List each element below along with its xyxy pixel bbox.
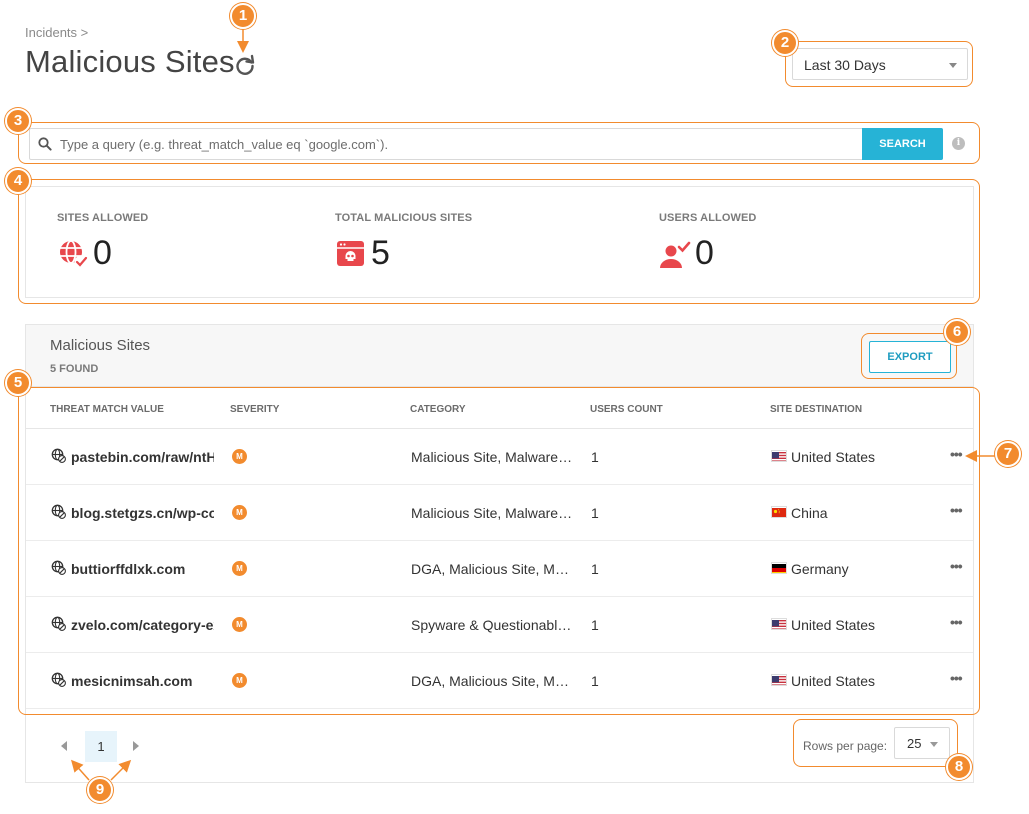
table-row[interactable]: blog.stetgzs.cn/wp-con M Malicious Site, M…	[26, 485, 973, 541]
malicious-sites-panel: Malicious Sites 5 FOUND EXPORT THREAT MA…	[25, 324, 974, 783]
refresh-icon[interactable]	[233, 53, 257, 77]
users-count-cell: 1	[591, 561, 599, 577]
severity-badge: M	[232, 673, 247, 688]
previous-page-icon[interactable]	[61, 741, 67, 751]
search-bar	[29, 128, 943, 160]
callout-badge-7: 7	[995, 441, 1021, 467]
severity-badge: M	[232, 617, 247, 632]
site-destination-cell: United States	[791, 617, 876, 633]
flag-cn-icon	[771, 506, 787, 518]
panel-title: Malicious Sites	[50, 337, 151, 354]
table-body: pastebin.com/raw/ntH M Malicious Site, Mal…	[26, 429, 973, 709]
more-actions-icon[interactable]: •••	[950, 615, 968, 631]
stat-users-allowed: USERS ALLOWED 0	[659, 212, 756, 272]
chevron-down-icon	[949, 63, 957, 68]
stat-value: 5	[371, 234, 390, 272]
globe-check-icon	[60, 240, 88, 269]
info-icon[interactable]: i	[952, 137, 965, 150]
category-cell: Spyware & Questionable...	[411, 617, 573, 633]
callout-badge-2: 2	[772, 30, 798, 56]
callout-badge-9: 9	[87, 777, 113, 803]
stat-value: 0	[93, 234, 112, 272]
more-actions-icon[interactable]: •••	[950, 503, 968, 519]
callout-badge-5: 5	[5, 370, 31, 396]
malicious-globe-icon	[51, 616, 66, 631]
search-input[interactable]	[60, 129, 890, 159]
table-row[interactable]: mesicnimsah.com M DGA, Malicious Site, Mal…	[26, 653, 973, 709]
search-icon	[38, 137, 52, 151]
category-cell: Malicious Site, Malware ...	[411, 449, 573, 465]
users-count-cell: 1	[591, 673, 599, 689]
column-header-threat-match-value[interactable]: THREAT MATCH VALUE	[50, 404, 164, 415]
search-button[interactable]: SEARCH	[862, 128, 943, 160]
stat-label: SITES ALLOWED	[57, 212, 149, 224]
malicious-globe-icon	[51, 448, 66, 463]
table-row[interactable]: buttiorffdlxk.com M DGA, Malicious Site, M…	[26, 541, 973, 597]
column-header-severity[interactable]: SEVERITY	[230, 404, 279, 415]
callout-badge-8: 8	[946, 754, 972, 780]
threat-match-value[interactable]: blog.stetgzs.cn/wp-con	[71, 505, 214, 521]
stat-sites-allowed: SITES ALLOWED 0	[57, 212, 148, 272]
export-button[interactable]: EXPORT	[869, 341, 951, 373]
rows-per-page-value: 25	[907, 736, 922, 751]
stat-total-malicious-sites: TOTAL MALICIOUS SITES 5	[335, 212, 472, 272]
date-range-value: Last 30 Days	[804, 57, 886, 73]
flag-us-icon	[771, 450, 787, 462]
flag-us-icon	[771, 618, 787, 630]
more-actions-icon[interactable]: •••	[950, 671, 968, 687]
next-page-icon[interactable]	[133, 741, 139, 751]
table-header: THREAT MATCH VALUE SEVERITY CATEGORY USE…	[26, 387, 973, 429]
users-count-cell: 1	[591, 449, 599, 465]
site-destination-cell: United States	[791, 673, 876, 689]
date-range-select[interactable]: Last 30 Days	[792, 48, 968, 80]
callout-badge-4: 4	[5, 168, 31, 194]
column-header-category[interactable]: CATEGORY	[410, 404, 466, 415]
callout-badge-1: 1	[230, 3, 256, 29]
table-row[interactable]: zvelo.com/category-ex M Spyware & Question…	[26, 597, 973, 653]
stat-value: 0	[695, 234, 714, 272]
chevron-down-icon	[930, 742, 938, 747]
column-header-users-count[interactable]: USERS COUNT	[590, 404, 663, 415]
results-count: 5 FOUND	[50, 363, 99, 375]
table-row[interactable]: pastebin.com/raw/ntH M Malicious Site, Mal…	[26, 429, 973, 485]
stat-label: TOTAL MALICIOUS SITES	[335, 212, 473, 224]
category-cell: DGA, Malicious Site, Mal...	[411, 673, 573, 689]
malicious-globe-icon	[51, 560, 66, 575]
threat-match-value[interactable]: pastebin.com/raw/ntH	[71, 449, 214, 465]
severity-badge: M	[232, 449, 247, 464]
page-title: Malicious Sites	[25, 44, 235, 79]
malicious-globe-icon	[51, 672, 66, 687]
sites-table: THREAT MATCH VALUE SEVERITY CATEGORY USE…	[26, 387, 973, 709]
stat-label: USERS ALLOWED	[659, 212, 757, 224]
more-actions-icon[interactable]: •••	[950, 559, 968, 575]
breadcrumb[interactable]: Incidents >	[25, 25, 88, 40]
users-count-cell: 1	[591, 617, 599, 633]
threat-match-value[interactable]: zvelo.com/category-ex	[71, 617, 214, 633]
rows-per-page-select[interactable]: 25	[894, 727, 950, 759]
rows-per-page-label: Rows per page:	[803, 739, 888, 753]
category-cell: Malicious Site, Malware ...	[411, 505, 573, 521]
more-actions-icon[interactable]: •••	[950, 447, 968, 463]
malicious-browser-icon	[337, 241, 364, 266]
callout-badge-6: 6	[944, 319, 970, 345]
column-header-site-destination[interactable]: SITE DESTINATION	[770, 404, 862, 415]
severity-badge: M	[232, 561, 247, 576]
panel-header: Malicious Sites 5 FOUND EXPORT	[26, 325, 973, 387]
malicious-globe-icon	[51, 504, 66, 519]
page-number-button[interactable]: 1	[85, 731, 117, 762]
flag-us-icon	[771, 674, 787, 686]
user-check-icon	[660, 241, 691, 268]
callout-badge-3: 3	[5, 108, 31, 134]
users-count-cell: 1	[591, 505, 599, 521]
category-cell: DGA, Malicious Site, Mal...	[411, 561, 573, 577]
threat-match-value[interactable]: mesicnimsah.com	[71, 673, 214, 689]
site-destination-cell: United States	[791, 449, 876, 465]
flag-de-icon	[771, 562, 787, 574]
threat-match-value[interactable]: buttiorffdlxk.com	[71, 561, 214, 577]
site-destination-cell: Germany	[791, 561, 849, 577]
stats-card: SITES ALLOWED 0 TOTAL MALICIOUS SITES 5 …	[25, 186, 974, 298]
site-destination-cell: China	[791, 505, 828, 521]
severity-badge: M	[232, 505, 247, 520]
